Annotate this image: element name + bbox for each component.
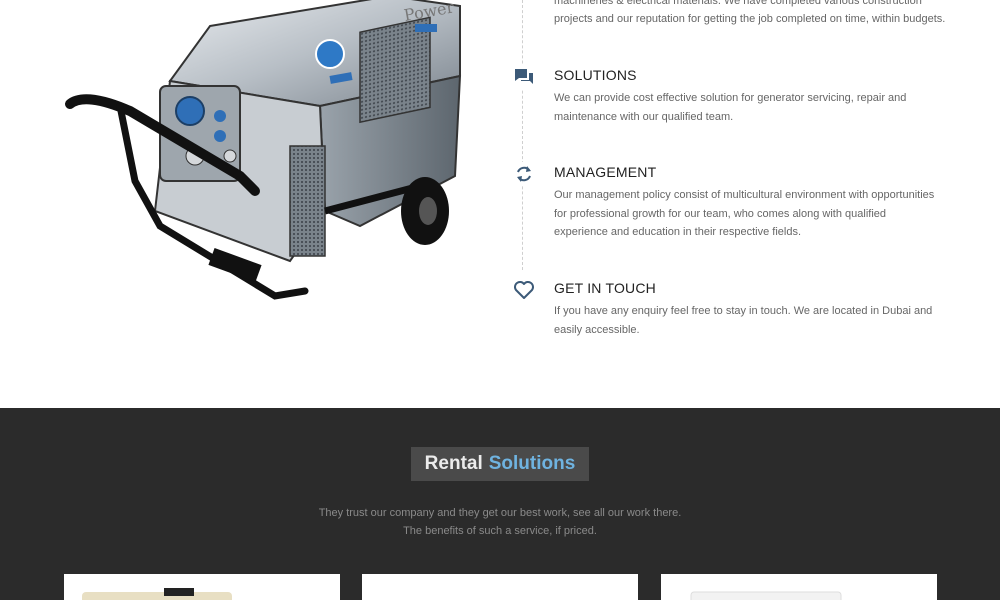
feature-text: We can provide cost effective solution f… xyxy=(554,92,907,123)
generator-image: Power xyxy=(65,0,462,300)
about-section: Power machineries & electrical materials… xyxy=(0,0,1000,408)
chat-icon xyxy=(510,65,538,89)
rental-card[interactable] xyxy=(661,574,937,600)
feature-title: SOLUTIONS xyxy=(554,67,637,83)
rental-card[interactable] xyxy=(362,574,638,600)
feature-title: GET IN TOUCH xyxy=(554,280,656,296)
intro-text: machineries & electrical materials. We h… xyxy=(554,0,954,28)
rental-tagline-1: They trust our company and they get our … xyxy=(318,507,682,519)
timeline-line xyxy=(522,0,523,270)
refresh-icon xyxy=(510,162,538,186)
rental-card-image xyxy=(82,588,232,600)
intro-line-1: machineries & electrical materials. We h… xyxy=(554,0,922,7)
intro-line-2: projects and our reputation for getting … xyxy=(554,13,946,25)
rental-title: Rental Solutions xyxy=(411,447,589,481)
rental-title-part2: Solutions xyxy=(488,453,576,474)
feature-text: Our management policy consist of multicu… xyxy=(554,189,935,238)
feature-text: If you have any enquiry feel free to sta… xyxy=(554,305,933,336)
rental-tagline-2: The benefits of such a service, if price… xyxy=(403,525,597,537)
rental-card-image xyxy=(690,591,842,600)
heart-icon xyxy=(510,278,538,302)
rental-card[interactable] xyxy=(64,574,340,600)
rental-title-part1: Rental xyxy=(424,453,483,474)
feature-title: MANAGEMENT xyxy=(554,164,657,180)
rental-section: Rental Solutions They trust our company … xyxy=(0,408,1000,600)
